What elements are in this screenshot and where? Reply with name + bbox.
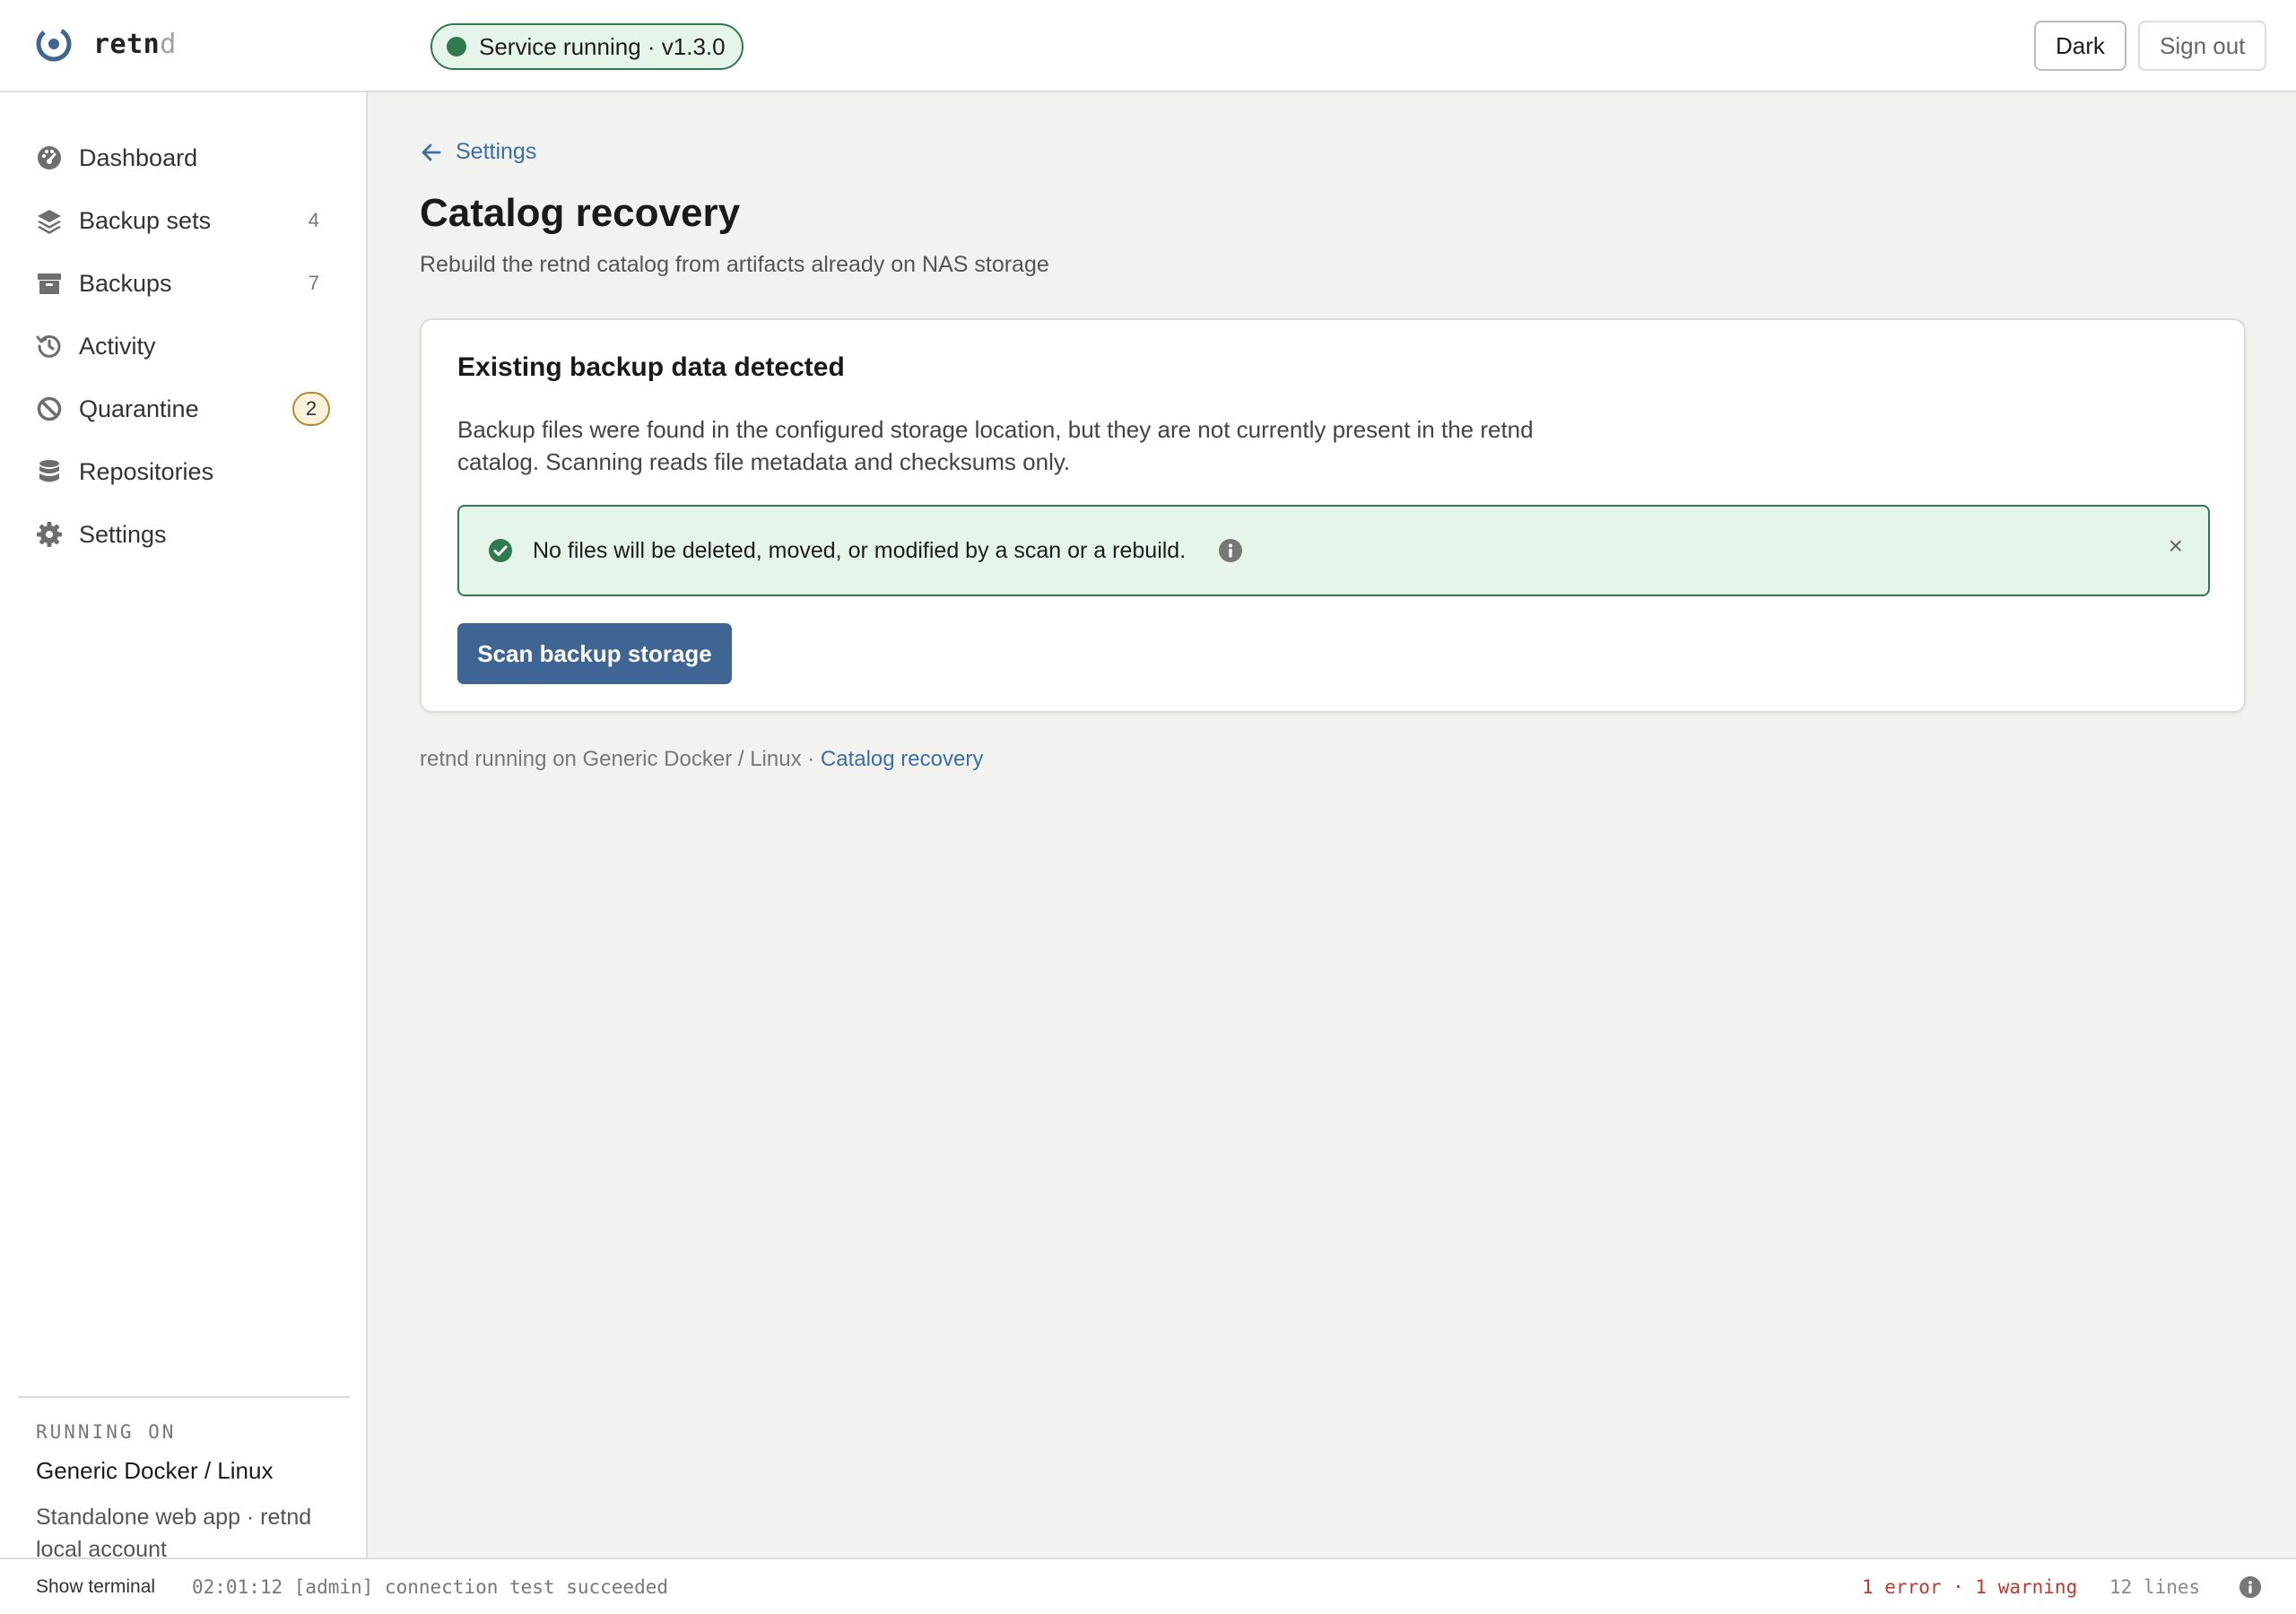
gear-icon — [36, 521, 63, 548]
terminal-bar: Show terminal 02:01:12 [admin] connectio… — [0, 1558, 2296, 1614]
running-on-platform: Generic Docker / Linux — [36, 1457, 274, 1484]
show-terminal-button[interactable]: Show terminal — [36, 1576, 155, 1598]
info-icon[interactable] — [2239, 1575, 2262, 1599]
service-status-badge: Service running · v1.3.0 — [430, 23, 744, 70]
layers-icon — [36, 207, 63, 234]
sidebar-item-label: Activity — [79, 332, 156, 360]
arrow-left-icon — [422, 143, 441, 161]
running-on-panel: RUNNING ON Generic Docker / Linux Standa… — [18, 1396, 350, 1558]
brand-name: retnd — [93, 28, 177, 60]
terminal-line-count: 12 lines — [2109, 1575, 2201, 1598]
scan-backup-storage-button[interactable]: Scan backup storage — [457, 623, 732, 684]
back-link-label: Settings — [456, 139, 537, 164]
info-icon[interactable] — [1218, 538, 1243, 563]
top-bar: retnd Service running · v1.3.0 Dark Sign… — [0, 0, 2296, 92]
safety-notice: No files will be deleted, moved, or modi… — [457, 505, 2210, 596]
backup-sets-count: 4 — [308, 209, 319, 231]
backups-count: 7 — [308, 272, 319, 294]
sign-out-button[interactable]: Sign out — [2138, 21, 2267, 71]
sidebar-item-dashboard[interactable]: Dashboard — [0, 126, 366, 189]
history-icon — [36, 333, 63, 360]
close-icon[interactable]: × — [2169, 534, 2183, 559]
page-subtitle: Rebuild the retnd catalog from artifacts… — [420, 252, 1049, 277]
service-status-text: Service running · v1.3.0 — [479, 32, 726, 60]
card-title: Existing backup data detected — [457, 352, 845, 382]
check-circle-icon — [489, 539, 512, 562]
brand[interactable]: retnd — [34, 24, 177, 64]
status-dot-icon — [447, 37, 466, 56]
ban-icon — [36, 395, 63, 422]
database-icon — [36, 458, 63, 485]
sidebar: Dashboard Backup sets 4 Backups 7 Activi… — [0, 92, 368, 1558]
sidebar-nav: Dashboard Backup sets 4 Backups 7 Activi… — [0, 92, 366, 566]
sidebar-item-label: Repositories — [79, 457, 214, 485]
card-description: Backup files were found in the configure… — [457, 416, 1534, 475]
archive-box-icon — [36, 270, 63, 297]
page-title: Catalog recovery — [420, 191, 741, 235]
sidebar-item-quarantine[interactable]: Quarantine 2 — [0, 377, 366, 440]
running-on-description: Standalone web app · retnd local account — [36, 1505, 312, 1558]
sidebar-item-label: Quarantine — [79, 395, 199, 422]
sidebar-item-label: Dashboard — [79, 143, 198, 171]
logo-icon — [36, 26, 72, 62]
sidebar-item-repositories[interactable]: Repositories — [0, 440, 366, 503]
sidebar-item-backups[interactable]: Backups 7 — [0, 252, 366, 315]
sidebar-item-label: Backup sets — [79, 206, 212, 234]
sidebar-item-activity[interactable]: Activity — [0, 315, 366, 377]
recovery-card: Existing backup data detected Backup fil… — [420, 318, 2246, 713]
running-on-label: RUNNING ON — [36, 1421, 177, 1443]
sidebar-item-label: Settings — [79, 520, 167, 548]
theme-toggle-button[interactable]: Dark — [2034, 21, 2126, 71]
terminal-last-line: 02:01:12 [admin] connection test succeed… — [192, 1575, 669, 1598]
sidebar-item-label: Backups — [79, 269, 172, 297]
footer-catalog-recovery-link[interactable]: Catalog recovery — [821, 747, 983, 771]
gauge-icon — [36, 144, 63, 171]
quarantine-count-badge: 2 — [292, 392, 330, 426]
sidebar-item-backup-sets[interactable]: Backup sets 4 — [0, 189, 366, 252]
safety-notice-text: No files will be deleted, moved, or modi… — [533, 537, 1187, 563]
main-content: Settings Catalog recovery Rebuild the re… — [370, 94, 2296, 1558]
terminal-error-summary[interactable]: 1 error · 1 warning — [1862, 1576, 2077, 1598]
back-to-settings-link[interactable]: Settings — [420, 139, 536, 165]
sidebar-item-settings[interactable]: Settings — [0, 503, 366, 566]
footer-text: retnd running on Generic Docker / Linux … — [420, 747, 815, 771]
page-footer: retnd running on Generic Docker / Linux … — [420, 747, 983, 772]
